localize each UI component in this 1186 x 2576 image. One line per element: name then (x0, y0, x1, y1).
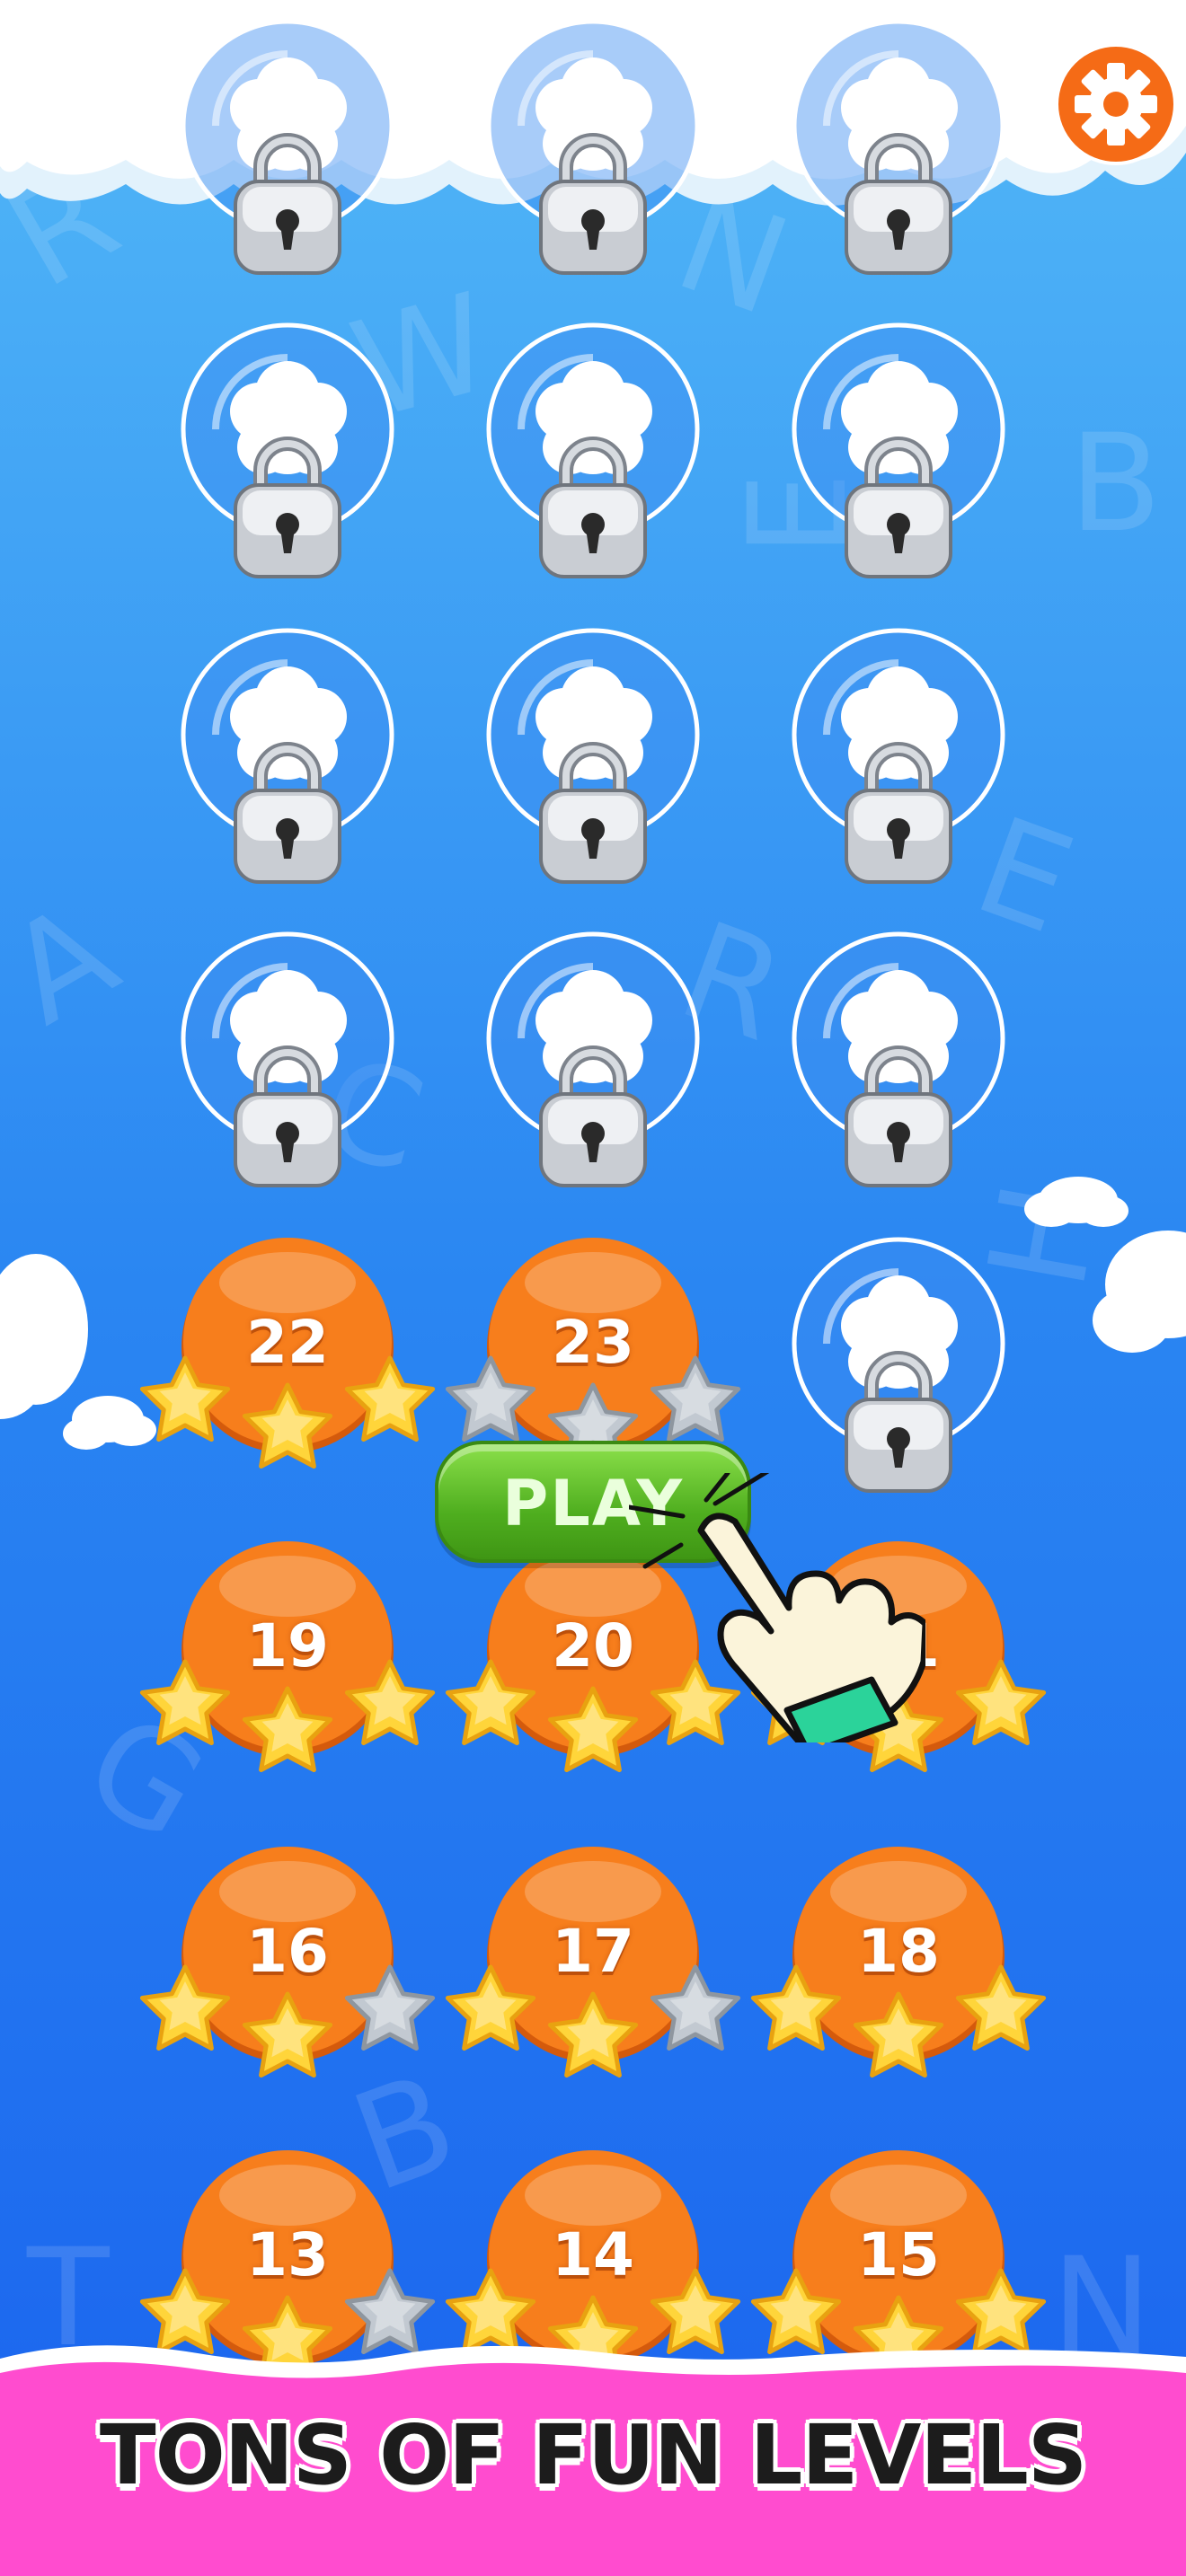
level-number: 18 (857, 1917, 940, 1986)
level-number: 19 (246, 1611, 329, 1681)
svg-text:B: B (1069, 406, 1162, 562)
locked-level (485, 627, 701, 896)
level-number: 14 (552, 2220, 634, 2289)
locked-level (791, 627, 1006, 896)
locked-level (791, 322, 1006, 591)
level-number: 17 (552, 1917, 634, 1986)
level-19-button[interactable]: 19 (139, 1539, 436, 1809)
locked-level (180, 931, 395, 1200)
locked-level (485, 18, 701, 287)
level-number: 13 (246, 2220, 329, 2289)
level-17-button[interactable]: 17 (445, 1845, 741, 2114)
pointing-hand-icon (629, 1473, 925, 1742)
settings-gear-button[interactable] (1053, 41, 1179, 167)
locked-level (791, 1236, 1006, 1505)
level-number: 22 (246, 1308, 329, 1377)
locked-level (791, 18, 1006, 287)
level-number: 23 (552, 1308, 634, 1377)
locked-level (485, 931, 701, 1200)
footer-tagline: TONS OF FUN LEVELS (99, 2407, 1087, 2503)
locked-level (180, 18, 395, 287)
level-16-button[interactable]: 16 (139, 1845, 436, 2114)
locked-level (485, 322, 701, 591)
level-22-button[interactable]: 22 (139, 1236, 436, 1505)
locked-level (180, 322, 395, 591)
level-18-button[interactable]: 18 (750, 1845, 1047, 2114)
level-number: 15 (857, 2220, 940, 2289)
level-number: 16 (246, 1917, 329, 1986)
locked-level (791, 931, 1006, 1200)
locked-level (180, 627, 395, 896)
